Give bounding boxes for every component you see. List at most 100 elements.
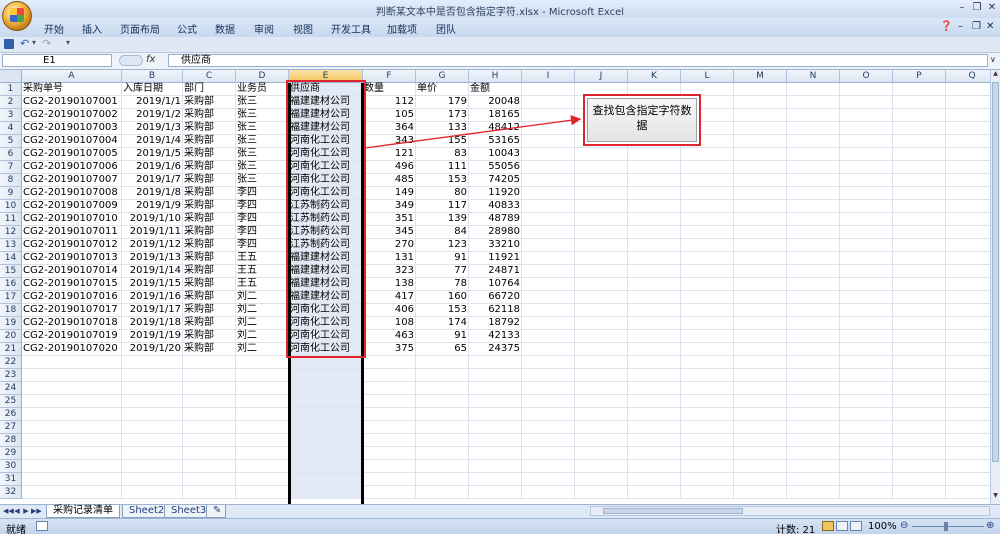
empty-cell[interactable] bbox=[122, 447, 183, 460]
last-sheet-icon[interactable]: ▶▶ bbox=[31, 506, 42, 517]
data-cell[interactable]: 采购部 bbox=[183, 265, 236, 278]
empty-cell[interactable] bbox=[734, 460, 787, 473]
empty-cell[interactable] bbox=[183, 486, 236, 499]
empty-cell[interactable] bbox=[840, 356, 893, 369]
empty-cell[interactable] bbox=[734, 135, 787, 148]
empty-cell[interactable] bbox=[734, 226, 787, 239]
empty-cell[interactable] bbox=[787, 369, 840, 382]
header-cell[interactable]: 入库日期 bbox=[122, 83, 183, 96]
row-header[interactable]: 6 bbox=[0, 148, 22, 161]
empty-cell[interactable] bbox=[893, 252, 946, 265]
row-header[interactable]: 25 bbox=[0, 395, 22, 408]
data-cell[interactable]: CG2-20190107016 bbox=[22, 291, 122, 304]
empty-cell[interactable] bbox=[681, 473, 734, 486]
empty-cell[interactable] bbox=[22, 369, 122, 382]
data-cell[interactable]: 张三 bbox=[236, 109, 289, 122]
empty-cell[interactable] bbox=[416, 434, 469, 447]
data-cell[interactable]: 张三 bbox=[236, 96, 289, 109]
empty-cell[interactable] bbox=[681, 408, 734, 421]
macro-record-icon[interactable] bbox=[36, 521, 48, 531]
empty-cell[interactable] bbox=[122, 395, 183, 408]
empty-cell[interactable] bbox=[946, 317, 990, 330]
empty-cell[interactable] bbox=[183, 421, 236, 434]
empty-cell[interactable] bbox=[469, 395, 522, 408]
empty-cell[interactable] bbox=[522, 265, 575, 278]
empty-cell[interactable] bbox=[946, 369, 990, 382]
empty-cell[interactable] bbox=[575, 395, 628, 408]
empty-cell[interactable] bbox=[840, 291, 893, 304]
empty-cell[interactable] bbox=[681, 213, 734, 226]
data-cell[interactable]: 11921 bbox=[469, 252, 522, 265]
undo-dropdown-icon[interactable]: ▾ bbox=[32, 38, 36, 47]
empty-cell[interactable] bbox=[236, 434, 289, 447]
empty-cell[interactable] bbox=[22, 421, 122, 434]
empty-cell[interactable] bbox=[575, 187, 628, 200]
data-cell[interactable]: CG2-20190107019 bbox=[22, 330, 122, 343]
empty-cell[interactable] bbox=[575, 226, 628, 239]
empty-cell[interactable] bbox=[893, 317, 946, 330]
zoom-slider-thumb[interactable] bbox=[944, 522, 948, 531]
empty-cell[interactable] bbox=[893, 161, 946, 174]
empty-cell[interactable] bbox=[840, 200, 893, 213]
data-cell[interactable]: 2019/1/1 bbox=[122, 96, 183, 109]
empty-cell[interactable] bbox=[734, 109, 787, 122]
data-cell[interactable]: 105 bbox=[363, 109, 416, 122]
empty-cell[interactable] bbox=[840, 304, 893, 317]
empty-cell[interactable] bbox=[734, 304, 787, 317]
empty-cell[interactable] bbox=[628, 161, 681, 174]
empty-cell[interactable] bbox=[628, 421, 681, 434]
data-cell[interactable]: 80 bbox=[416, 187, 469, 200]
empty-cell[interactable] bbox=[628, 174, 681, 187]
empty-cell[interactable] bbox=[734, 343, 787, 356]
zoom-in-icon[interactable]: ⊕ bbox=[986, 520, 994, 531]
row-header[interactable]: 13 bbox=[0, 239, 22, 252]
empty-cell[interactable] bbox=[840, 460, 893, 473]
empty-cell[interactable] bbox=[893, 473, 946, 486]
empty-cell[interactable] bbox=[628, 291, 681, 304]
empty-cell[interactable] bbox=[787, 343, 840, 356]
empty-cell[interactable] bbox=[681, 434, 734, 447]
data-cell[interactable]: 65 bbox=[416, 343, 469, 356]
row-header[interactable]: 2 bbox=[0, 96, 22, 109]
empty-cell[interactable] bbox=[236, 460, 289, 473]
data-cell[interactable]: 174 bbox=[416, 317, 469, 330]
empty-cell[interactable] bbox=[946, 343, 990, 356]
empty-cell[interactable] bbox=[363, 421, 416, 434]
formula-input[interactable]: 供应商 bbox=[168, 54, 988, 67]
tab-view[interactable]: 视图 bbox=[293, 21, 313, 36]
empty-cell[interactable] bbox=[575, 486, 628, 499]
tab-formulas[interactable]: 公式 bbox=[177, 21, 197, 36]
row-header[interactable]: 3 bbox=[0, 109, 22, 122]
data-cell[interactable]: 2019/1/6 bbox=[122, 161, 183, 174]
data-cell[interactable]: 2019/1/2 bbox=[122, 109, 183, 122]
empty-cell[interactable] bbox=[522, 226, 575, 239]
empty-cell[interactable] bbox=[946, 304, 990, 317]
data-cell[interactable]: 343 bbox=[363, 135, 416, 148]
empty-cell[interactable] bbox=[734, 382, 787, 395]
empty-cell[interactable] bbox=[893, 239, 946, 252]
empty-cell[interactable] bbox=[575, 473, 628, 486]
insert-function-icon[interactable]: fx bbox=[146, 54, 166, 67]
empty-cell[interactable] bbox=[946, 239, 990, 252]
empty-cell[interactable] bbox=[787, 265, 840, 278]
empty-cell[interactable] bbox=[522, 369, 575, 382]
empty-cell[interactable] bbox=[787, 473, 840, 486]
data-cell[interactable]: 55056 bbox=[469, 161, 522, 174]
data-cell[interactable]: 121 bbox=[363, 148, 416, 161]
data-cell[interactable]: 刘二 bbox=[236, 304, 289, 317]
data-cell[interactable]: 2019/1/7 bbox=[122, 174, 183, 187]
empty-cell[interactable] bbox=[236, 356, 289, 369]
empty-cell[interactable] bbox=[787, 382, 840, 395]
vertical-scroll-thumb[interactable] bbox=[992, 82, 999, 462]
empty-cell[interactable] bbox=[522, 148, 575, 161]
column-header-d[interactable]: D bbox=[236, 70, 289, 83]
empty-cell[interactable] bbox=[628, 239, 681, 252]
data-cell[interactable]: 采购部 bbox=[183, 135, 236, 148]
empty-cell[interactable] bbox=[628, 304, 681, 317]
empty-cell[interactable] bbox=[946, 252, 990, 265]
empty-cell[interactable] bbox=[363, 395, 416, 408]
empty-cell[interactable] bbox=[840, 434, 893, 447]
empty-cell[interactable] bbox=[893, 109, 946, 122]
data-cell[interactable]: 采购部 bbox=[183, 317, 236, 330]
empty-cell[interactable] bbox=[734, 486, 787, 499]
